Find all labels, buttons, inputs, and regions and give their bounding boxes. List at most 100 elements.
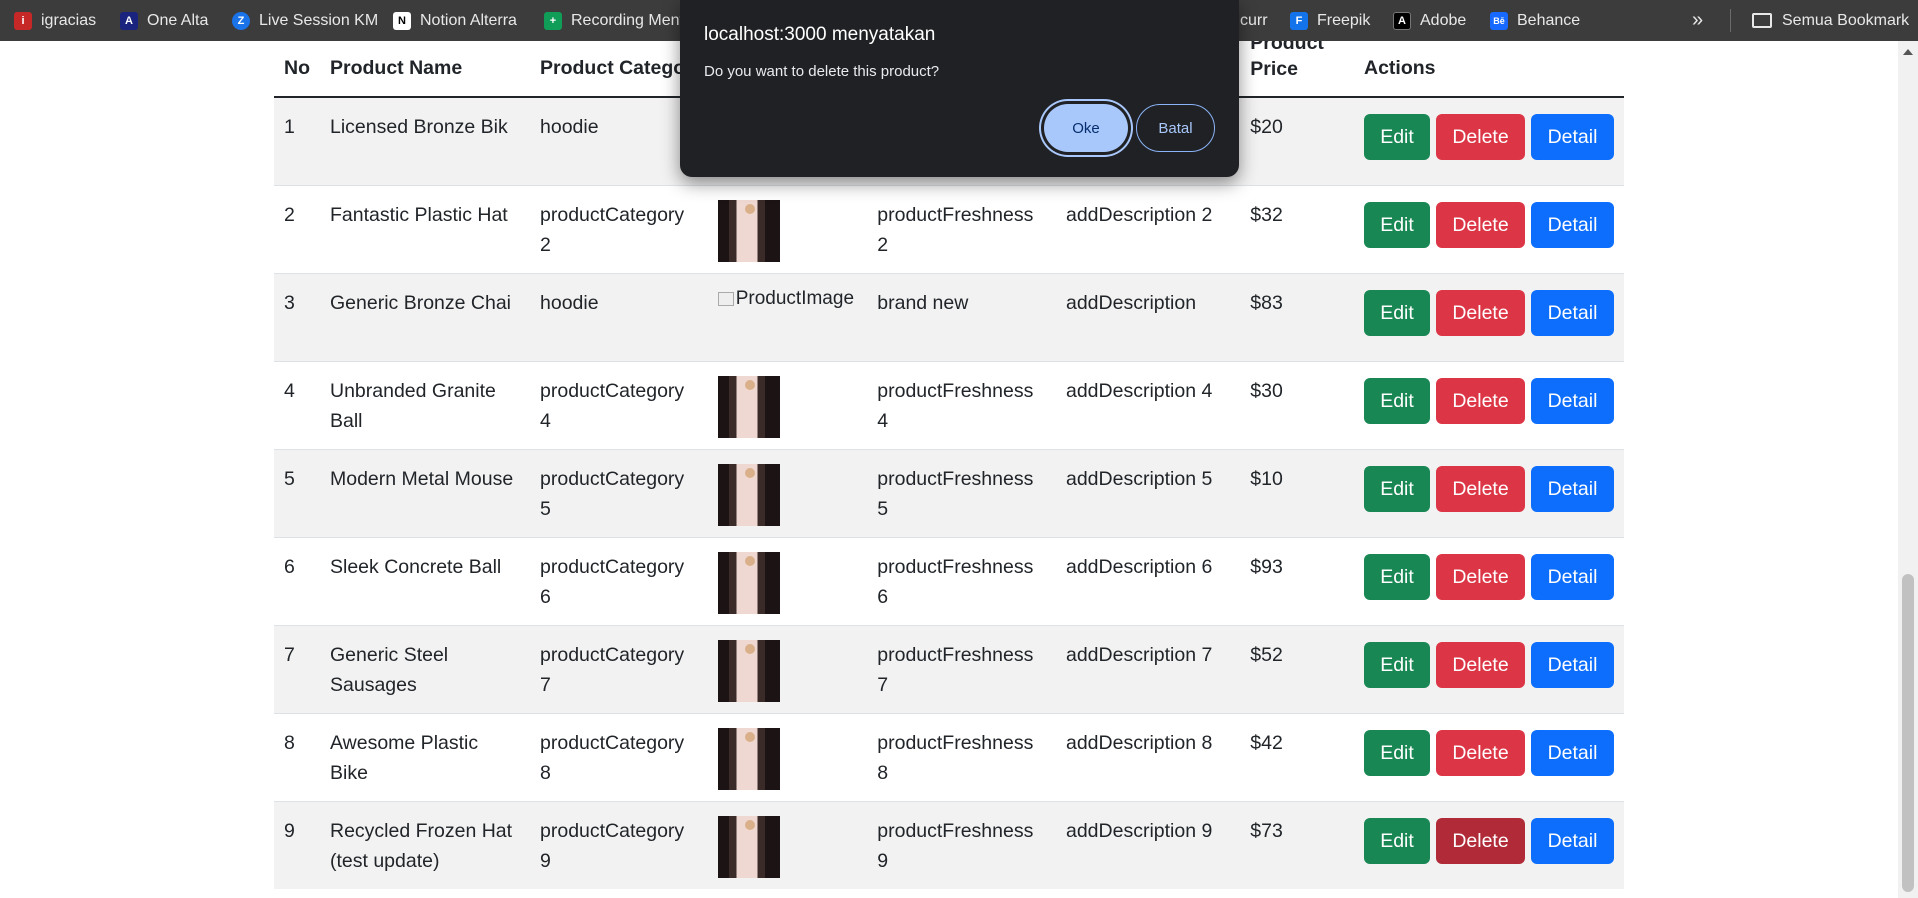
cell-product-price: $83 <box>1240 272 1354 361</box>
cell-product-category: productCategory 2 <box>530 184 708 273</box>
cell-product-category: productCategory 8 <box>530 712 708 801</box>
confirm-dialog: localhost:3000 menyatakan Do you want to… <box>680 0 1239 177</box>
cell-product-category: productCategory 9 <box>530 800 708 889</box>
behance-icon: Bē <box>1490 11 1508 30</box>
detail-button[interactable]: Detail <box>1531 817 1614 864</box>
bookmark-behance[interactable]: Bē Behance <box>1490 0 1580 41</box>
cell-product-category: productCategory 7 <box>530 624 708 713</box>
row-actions: Edit Delete Detail <box>1364 284 1614 336</box>
bookmark-one-alta[interactable]: A One Alta <box>120 0 208 41</box>
cell-product-name: Fantastic Plastic Hat <box>320 184 531 273</box>
product-image <box>717 727 780 790</box>
delete-button[interactable]: Delete <box>1436 553 1525 600</box>
cell-no: 5 <box>274 448 320 537</box>
notion-icon: N <box>393 11 411 30</box>
delete-button[interactable]: Delete <box>1436 817 1525 864</box>
dialog-message: Do you want to delete this product? <box>704 63 940 80</box>
edit-button[interactable]: Edit <box>1364 553 1430 600</box>
edit-button[interactable]: Edit <box>1364 817 1430 864</box>
bookmark-notion-alterra[interactable]: N Notion Alterra <box>393 0 517 41</box>
edit-button[interactable]: Edit <box>1364 289 1430 336</box>
all-bookmarks-button[interactable]: Semua Bookmark <box>1752 0 1909 41</box>
detail-button[interactable]: Detail <box>1531 465 1614 512</box>
bookmark-recording-ment[interactable]: + Recording Ment <box>544 0 684 41</box>
bookmark-igracias[interactable]: i igracias <box>14 0 96 41</box>
edit-button[interactable]: Edit <box>1364 201 1430 248</box>
edit-button[interactable]: Edit <box>1364 377 1430 424</box>
delete-button[interactable]: Delete <box>1436 114 1525 160</box>
zoom-icon: Z <box>232 11 250 30</box>
bookmark-label: Live Session KM <box>259 11 379 29</box>
detail-button[interactable]: Detail <box>1531 201 1614 248</box>
detail-button[interactable]: Detail <box>1531 641 1614 688</box>
cell-product-name: Generic Bronze Chai <box>320 272 531 361</box>
all-bookmarks-label: Semua Bookmark <box>1782 11 1910 29</box>
cell-product-image <box>707 184 868 273</box>
dialog-cancel-button[interactable]: Batal <box>1136 104 1215 152</box>
bookmark-label: Recording Ment <box>571 11 684 29</box>
cell-description: addDescription <box>1055 272 1241 361</box>
bookmark-label: Behance <box>1517 11 1581 29</box>
cell-description: addDescription 9 <box>1055 800 1241 889</box>
product-image <box>717 199 780 262</box>
scroll-up-arrow-icon[interactable] <box>1903 49 1913 55</box>
freepik-icon: F <box>1290 11 1308 30</box>
delete-button[interactable]: Delete <box>1436 377 1525 424</box>
cell-product-image <box>707 712 868 801</box>
cell-actions: Edit Delete Detail <box>1354 448 1624 537</box>
edit-button[interactable]: Edit <box>1364 114 1430 160</box>
cell-no: 6 <box>274 536 320 625</box>
delete-button[interactable]: Delete <box>1436 465 1525 512</box>
more-bookmarks-chevron-icon[interactable]: » <box>1692 0 1703 41</box>
bookmark-label: Notion Alterra <box>420 11 517 29</box>
cell-product-category: productCategory 6 <box>530 536 708 625</box>
scrollbar-thumb[interactable] <box>1902 574 1914 892</box>
cell-no: 3 <box>274 272 320 361</box>
cell-product-category: hoodie <box>530 272 708 361</box>
delete-button[interactable]: Delete <box>1436 289 1525 336</box>
cell-actions: Edit Delete Detail <box>1354 624 1624 713</box>
broken-image-alt: ProductImage <box>735 287 855 309</box>
cell-product-category: productCategory 5 <box>530 448 708 537</box>
cell-product-name: Awesome Plastic Bike <box>320 712 531 801</box>
cell-actions: Edit Delete Detail <box>1354 184 1624 273</box>
delete-button[interactable]: Delete <box>1436 729 1525 776</box>
cell-product-name: Modern Metal Mouse <box>320 448 531 537</box>
edit-button[interactable]: Edit <box>1364 641 1430 688</box>
product-image <box>717 375 780 438</box>
cell-no: 2 <box>274 184 320 273</box>
cell-description: addDescription 8 <box>1055 712 1241 801</box>
table-row: 9 Recycled Frozen Hat (test update) produc… <box>274 800 1624 889</box>
cell-product-price: $10 <box>1240 448 1354 537</box>
bookmark-curr[interactable]: curr <box>1240 0 1268 41</box>
detail-button[interactable]: Detail <box>1531 729 1614 776</box>
cell-description: addDescription 6 <box>1055 536 1241 625</box>
cell-product-price: $93 <box>1240 536 1354 625</box>
detail-button[interactable]: Detail <box>1531 553 1614 600</box>
cell-actions: Edit Delete Detail <box>1354 800 1624 889</box>
bookmark-label: Freepik <box>1317 11 1371 29</box>
edit-button[interactable]: Edit <box>1364 465 1430 512</box>
bookmark-adobe[interactable]: A Adobe <box>1393 0 1466 41</box>
cell-description: addDescription 7 <box>1055 624 1241 713</box>
delete-button[interactable]: Delete <box>1436 641 1525 688</box>
cell-product-freshness: productFreshness 7 <box>867 624 1056 713</box>
detail-button[interactable]: Detail <box>1531 289 1614 336</box>
dialog-ok-button[interactable]: Oke <box>1044 104 1128 152</box>
cell-product-freshness: productFreshness 6 <box>867 536 1056 625</box>
cell-product-freshness: productFreshness 9 <box>867 800 1056 889</box>
detail-button[interactable]: Detail <box>1531 377 1614 424</box>
cell-actions: Edit Delete Detail <box>1354 272 1624 361</box>
cell-product-freshness: productFreshness 5 <box>867 448 1056 537</box>
cell-product-freshness: productFreshness 8 <box>867 712 1056 801</box>
bookmark-freepik[interactable]: F Freepik <box>1290 0 1370 41</box>
header-product-name: Product Name <box>320 41 531 98</box>
detail-button[interactable]: Detail <box>1531 114 1614 160</box>
page-scrollbar[interactable] <box>1898 41 1918 898</box>
bookmark-live-session-km[interactable]: Z Live Session KM <box>232 0 378 41</box>
table-row: 6 Sleek Concrete Ball productCategory 6 pro… <box>274 536 1624 625</box>
product-image <box>717 639 780 702</box>
edit-button[interactable]: Edit <box>1364 729 1430 776</box>
row-actions: Edit Delete Detail <box>1364 460 1614 512</box>
delete-button[interactable]: Delete <box>1436 201 1525 248</box>
